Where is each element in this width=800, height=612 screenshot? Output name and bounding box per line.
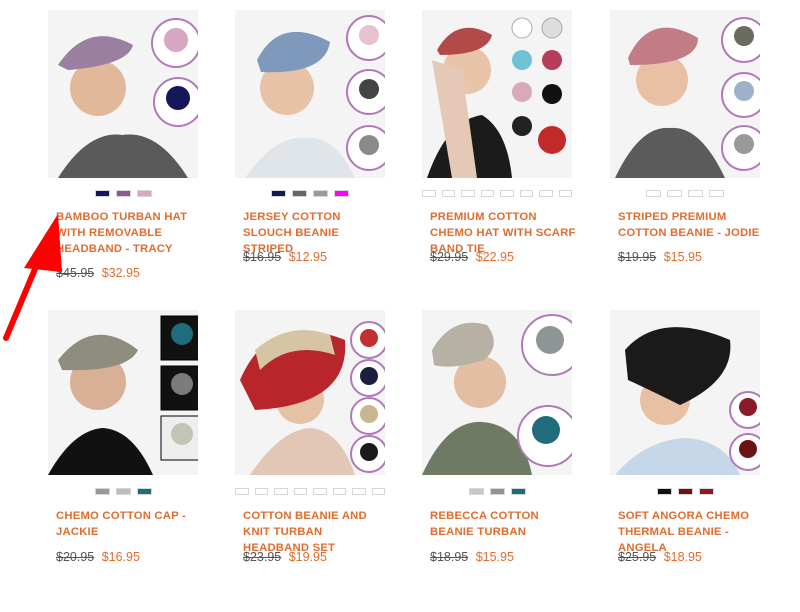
- swatch[interactable]: [352, 488, 366, 495]
- product-image[interactable]: [610, 10, 760, 178]
- swatch[interactable]: [334, 190, 349, 197]
- swatch[interactable]: [510, 488, 526, 495]
- swatch[interactable]: [274, 488, 288, 495]
- swatch[interactable]: [293, 488, 307, 495]
- sale-price: $12.95: [288, 250, 327, 264]
- color-swatches: [422, 190, 572, 197]
- sale-price: $19.95: [288, 550, 327, 564]
- swatch[interactable]: [441, 190, 455, 197]
- sale-price: $32.95: [101, 266, 140, 280]
- swatch[interactable]: [646, 190, 661, 197]
- product-price: $29.95 $22.95: [430, 250, 514, 264]
- swatch[interactable]: [94, 190, 110, 197]
- product-image[interactable]: [235, 310, 385, 475]
- product-price: $16.95 $12.95: [243, 250, 327, 264]
- swatch[interactable]: [115, 190, 131, 197]
- color-swatches: [235, 190, 385, 197]
- product-price: $19.95 $15.95: [618, 250, 702, 264]
- swatch[interactable]: [667, 190, 682, 197]
- product-price: $45.95 $32.95: [56, 266, 140, 280]
- color-swatches: [610, 190, 760, 197]
- product-price: $25.95 $18.95: [618, 550, 702, 564]
- product-title[interactable]: COTTON BEANIE AND KNIT TURBAN HEADBAND S…: [243, 508, 391, 556]
- swatch[interactable]: [489, 488, 505, 495]
- old-price: $23.95: [243, 550, 282, 564]
- swatch[interactable]: [313, 488, 327, 495]
- old-price: $45.95: [56, 266, 95, 280]
- old-price: $20.95: [56, 550, 95, 564]
- swatch[interactable]: [480, 190, 494, 197]
- product-image[interactable]: [422, 10, 572, 178]
- product-title[interactable]: SOFT ANGORA CHEMO THERMAL BEANIE - ANGEL…: [618, 508, 766, 556]
- sale-price: $16.95: [101, 550, 140, 564]
- product-image[interactable]: [235, 10, 385, 178]
- swatch[interactable]: [292, 190, 307, 197]
- swatch[interactable]: [558, 190, 572, 197]
- swatch[interactable]: [136, 190, 152, 197]
- old-price: $16.95: [243, 250, 282, 264]
- swatch[interactable]: [115, 488, 131, 495]
- product-title[interactable]: STRIPED PREMIUM COTTON BEANIE - JODIE: [618, 209, 766, 241]
- color-swatches: [610, 488, 760, 495]
- product-image[interactable]: [610, 310, 760, 475]
- color-swatches: [235, 488, 385, 495]
- swatch[interactable]: [136, 488, 152, 495]
- old-price: $19.95: [618, 250, 657, 264]
- swatch[interactable]: [461, 190, 475, 197]
- swatch[interactable]: [656, 488, 672, 495]
- product-image[interactable]: [48, 10, 198, 178]
- sale-price: $22.95: [475, 250, 514, 264]
- swatch[interactable]: [313, 190, 328, 197]
- swatch[interactable]: [371, 488, 385, 495]
- swatch[interactable]: [519, 190, 533, 197]
- old-price: $25.95: [618, 550, 657, 564]
- swatch[interactable]: [422, 190, 436, 197]
- swatch[interactable]: [94, 488, 110, 495]
- old-price: $29.95: [430, 250, 469, 264]
- product-title[interactable]: CHEMO COTTON CAP - JACKIE: [56, 508, 204, 540]
- product-image[interactable]: [48, 310, 198, 475]
- swatch[interactable]: [698, 488, 714, 495]
- swatch[interactable]: [235, 488, 249, 495]
- swatch[interactable]: [677, 488, 693, 495]
- swatch[interactable]: [468, 488, 484, 495]
- swatch[interactable]: [332, 488, 346, 495]
- product-price: $23.95 $19.95: [243, 550, 327, 564]
- sale-price: $15.95: [663, 250, 702, 264]
- product-grid: BAMBOO TURBAN HAT WITH REMOVABLE HEADBAN…: [0, 0, 800, 612]
- swatch[interactable]: [500, 190, 514, 197]
- product-title[interactable]: REBECCA COTTON BEANIE TURBAN: [430, 508, 578, 540]
- swatch[interactable]: [254, 488, 268, 495]
- swatch[interactable]: [271, 190, 286, 197]
- product-price: $20.95 $16.95: [56, 550, 140, 564]
- product-title[interactable]: BAMBOO TURBAN HAT WITH REMOVABLE HEADBAN…: [56, 209, 204, 257]
- swatch[interactable]: [539, 190, 553, 197]
- sale-price: $15.95: [475, 550, 514, 564]
- color-swatches: [48, 190, 198, 197]
- color-swatches: [48, 488, 198, 495]
- product-image[interactable]: [422, 310, 572, 475]
- swatch[interactable]: [709, 190, 724, 197]
- sale-price: $18.95: [663, 550, 702, 564]
- product-price: $18.95 $15.95: [430, 550, 514, 564]
- swatch[interactable]: [688, 190, 703, 197]
- color-swatches: [422, 488, 572, 495]
- old-price: $18.95: [430, 550, 469, 564]
